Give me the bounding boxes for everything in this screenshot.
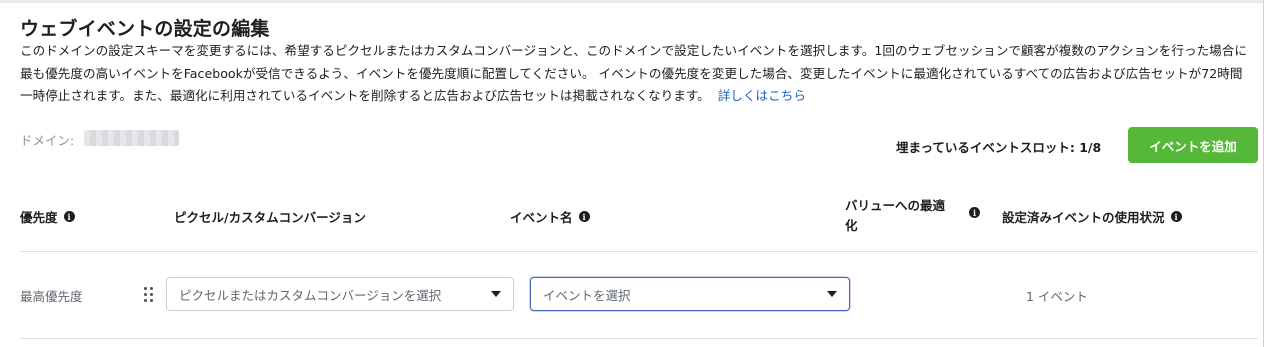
description-text: このドメインの設定スキーマを変更するには、希望するピクセルまたはカスタムコンバー… (20, 43, 1247, 103)
row-usage: 1 イベント (1026, 289, 1088, 304)
description: このドメインの設定スキーマを変更するには、希望するピクセルまたはカスタムコンバー… (20, 40, 1248, 108)
column-pixel: ピクセル/カスタムコンバージョン (174, 207, 366, 226)
event-slots-status: 埋まっているイベントスロット: 1/8 (896, 140, 1102, 155)
event-select-placeholder: イベントを選択 (543, 287, 631, 303)
page-title: ウェブイベントの設定の編集 (20, 18, 270, 40)
add-event-button[interactable]: イベントを追加 (1128, 127, 1258, 163)
column-value-optimization-label-line2: 化 (845, 218, 858, 233)
caret-down-icon (827, 291, 837, 297)
domain-value-redacted (84, 130, 179, 146)
row-divider (20, 338, 1258, 339)
pixel-select-placeholder: ピクセルまたはカスタムコンバージョンを選択 (179, 287, 442, 303)
top-border (0, 0, 1264, 3)
header-divider (20, 251, 1258, 252)
info-icon[interactable]: i (969, 207, 980, 218)
learn-more-link[interactable]: 詳しくはこちら (718, 88, 806, 103)
column-priority: 優先度 i (20, 207, 75, 226)
column-usage-label: 設定済みイベントの使用状況 (1002, 210, 1165, 225)
value-optimization-info: i (963, 207, 980, 218)
column-event-name: イベント名 i (510, 207, 590, 226)
info-icon[interactable]: i (1170, 211, 1182, 222)
column-value-optimization-label-line1: バリューへの最適 (845, 198, 946, 213)
column-usage: 設定済みイベントの使用状況 i (1002, 207, 1182, 226)
row-priority: 最高優先度 (20, 289, 83, 304)
column-event-name-label: イベント名 (510, 210, 573, 225)
event-select[interactable]: イベントを選択 (530, 277, 850, 311)
caret-down-icon (491, 291, 501, 297)
drag-handle-icon[interactable] (144, 287, 154, 303)
info-icon[interactable]: i (63, 211, 75, 222)
info-icon[interactable]: i (578, 211, 590, 222)
pixel-select[interactable]: ピクセルまたはカスタムコンバージョンを選択 (166, 277, 514, 311)
column-value-optimization: バリューへの最適 化 (845, 196, 945, 236)
column-pixel-label: ピクセル/カスタムコンバージョン (174, 210, 366, 225)
domain-label: ドメイン: (20, 133, 75, 148)
column-priority-label: 優先度 (20, 210, 58, 225)
